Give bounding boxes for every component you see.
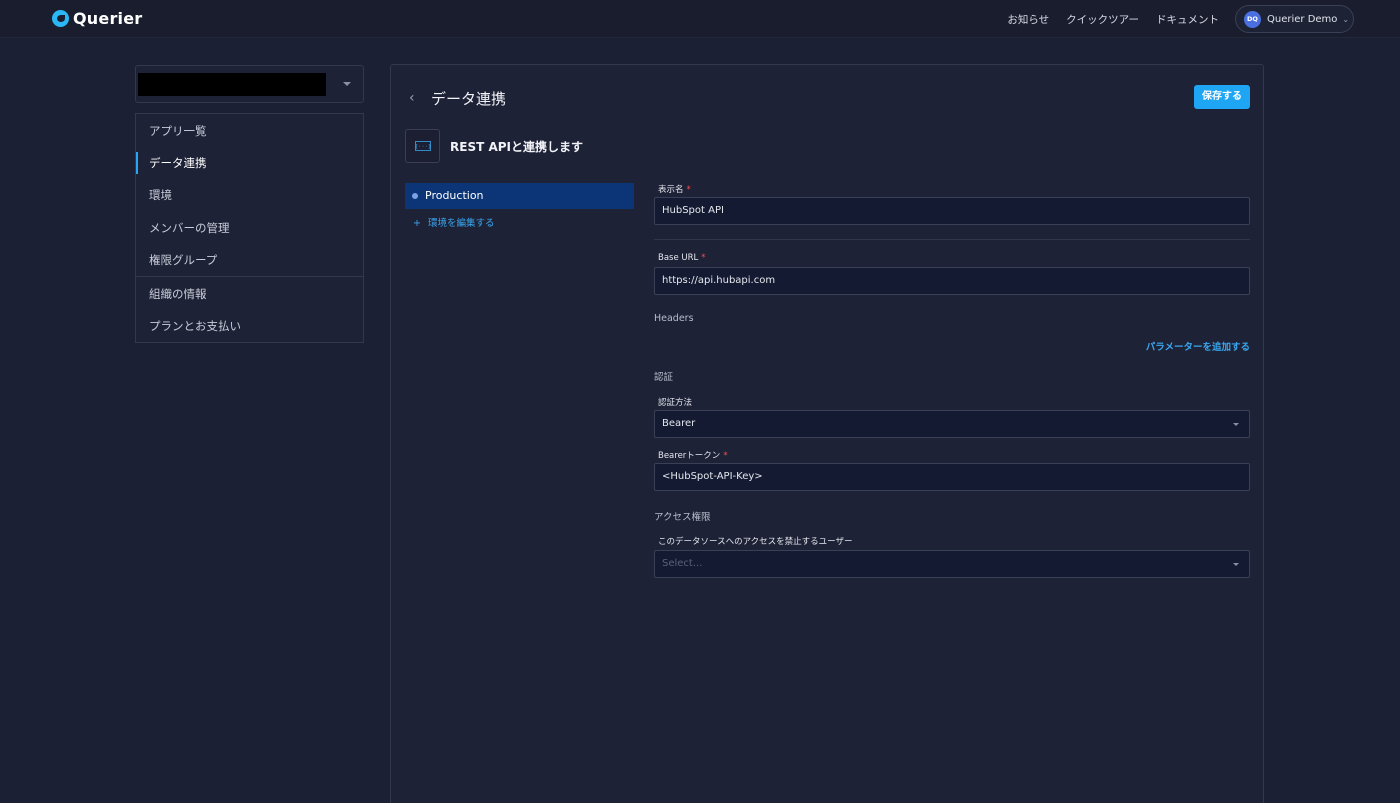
braces-icon: {···}	[415, 141, 431, 151]
nav-quick-tour-link[interactable]: クイックツアー	[1066, 12, 1139, 27]
caret-down-icon	[343, 82, 351, 86]
environment-label: Production	[425, 189, 484, 202]
chevron-left-icon[interactable]: ‹	[409, 90, 415, 106]
sidebar-item-environments[interactable]: 環境	[136, 179, 363, 211]
chevron-down-icon: ⌄	[1342, 14, 1350, 24]
required-mark: *	[701, 253, 706, 263]
user-menu-button[interactable]: DQ Querier Demo ⌄	[1235, 5, 1354, 33]
bearer-token-input[interactable]: <HubSpot-API-Key>	[654, 463, 1250, 491]
querier-logo-icon	[52, 10, 69, 27]
sidebar-item-organization[interactable]: 組織の情報	[136, 278, 363, 310]
headers-label: Headers	[654, 313, 694, 324]
organization-name-redacted	[138, 73, 326, 96]
organization-select[interactable]	[135, 65, 364, 103]
auth-method-label: 認証方法	[658, 398, 693, 408]
auth-method-value: Bearer	[662, 418, 696, 429]
sidebar-item-billing[interactable]: プランとお支払い	[136, 310, 363, 342]
edit-environments-label: 環境を編集する	[427, 218, 495, 229]
status-dot-icon	[412, 193, 418, 199]
page-title: データ連携	[431, 90, 507, 108]
top-bar: Querier お知らせ クイックツアー ドキュメント DQ Querier D…	[0, 0, 1400, 38]
nav-docs-link[interactable]: ドキュメント	[1156, 12, 1219, 27]
display-name-label: 表示名 *	[658, 185, 691, 195]
form-divider	[654, 239, 1250, 240]
plus-icon: +	[413, 218, 421, 229]
auth-section-label: 認証	[654, 372, 674, 383]
rest-api-icon: {···}	[405, 129, 440, 163]
sidebar-item-members[interactable]: メンバーの管理	[136, 212, 363, 244]
sidebar-item-data-integration[interactable]: データ連携	[136, 147, 363, 179]
top-nav: お知らせ クイックツアー ドキュメント DQ Querier Demo ⌄	[990, 5, 1354, 33]
caret-down-icon	[1233, 423, 1239, 426]
auth-method-select[interactable]: Bearer	[654, 410, 1250, 438]
bearer-token-label: Bearerトークン *	[658, 451, 728, 461]
sidebar-divider	[136, 276, 363, 277]
required-mark: *	[723, 451, 728, 461]
deny-users-label: このデータソースへのアクセスを禁止するユーザー	[658, 537, 853, 547]
caret-down-icon	[1233, 563, 1239, 566]
access-section-label: アクセス権限	[654, 512, 711, 523]
deny-users-select[interactable]: Select...	[654, 550, 1250, 578]
sidebar-item-permission-groups[interactable]: 権限グループ	[136, 244, 363, 276]
add-parameter-button[interactable]: パラメーターを追加する	[1146, 339, 1250, 353]
api-icon-text: {···}	[415, 144, 431, 150]
user-name: Querier Demo	[1267, 13, 1338, 25]
connector-title: REST APIと連携します	[450, 140, 583, 154]
environment-item-production[interactable]: Production	[405, 183, 634, 209]
app-logo[interactable]: Querier	[52, 9, 142, 28]
deny-users-placeholder: Select...	[662, 558, 703, 569]
display-name-input[interactable]: HubSpot API	[654, 197, 1250, 225]
sidebar-item-apps[interactable]: アプリ一覧	[136, 115, 363, 147]
save-button[interactable]: 保存する	[1194, 85, 1250, 109]
sidebar-menu: アプリ一覧 データ連携 環境 メンバーの管理 権限グループ 組織の情報 プランと…	[135, 113, 364, 343]
avatar: DQ	[1244, 10, 1261, 28]
logo-text: Querier	[73, 9, 143, 28]
main-panel: ‹ データ連携 保存する {···} REST APIと連携します Produc…	[390, 64, 1264, 803]
base-url-input[interactable]: https://api.hubapi.com	[654, 267, 1250, 295]
base-url-label: Base URL *	[658, 253, 706, 263]
edit-environments-link[interactable]: + 環境を編集する	[413, 215, 494, 229]
required-mark: *	[686, 185, 691, 195]
nav-news-link[interactable]: お知らせ	[1007, 12, 1049, 27]
